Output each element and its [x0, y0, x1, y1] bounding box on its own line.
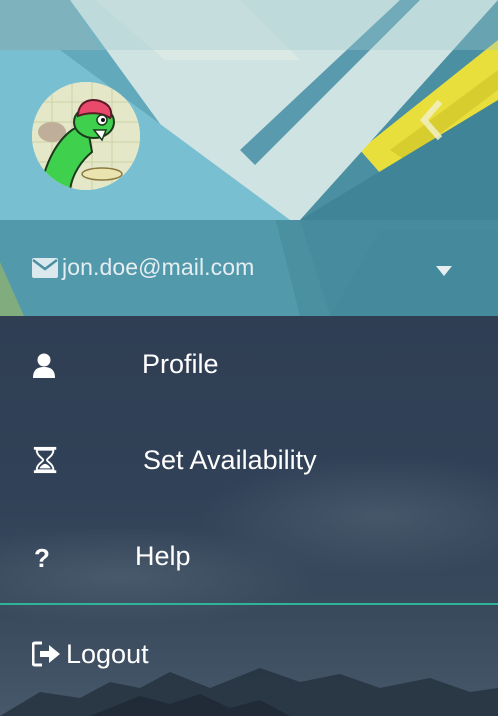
- user-icon: [33, 353, 55, 378]
- account-email: jon.doe@mail.com: [62, 254, 255, 280]
- hourglass-icon: [33, 446, 57, 474]
- navigation-drawer: jon.doe@mail.com Profile Set Availabilit…: [0, 0, 498, 716]
- envelope-icon: [32, 258, 58, 278]
- menu-item-set-availability[interactable]: Set Availability: [0, 412, 498, 508]
- menu-item-profile[interactable]: Profile: [0, 316, 498, 412]
- question-icon: ?: [34, 544, 50, 572]
- caret-down-icon[interactable]: [436, 266, 452, 276]
- sign-out-icon: [32, 641, 60, 667]
- account-selector[interactable]: jon.doe@mail.com: [0, 220, 498, 316]
- menu-item-label: Profile: [142, 349, 219, 379]
- chevron-left-icon[interactable]: [416, 100, 446, 140]
- svg-text:?: ?: [34, 544, 50, 572]
- menu-item-logout[interactable]: Logout: [0, 605, 498, 701]
- menu-item-label: Set Availability: [143, 445, 317, 475]
- menu-item-label: Help: [135, 541, 191, 571]
- drawer-header: jon.doe@mail.com: [0, 0, 498, 316]
- avatar[interactable]: [32, 82, 140, 190]
- menu-item-help[interactable]: ? Help: [0, 508, 498, 604]
- menu-item-label: Logout: [66, 639, 149, 669]
- drawer-menu: Profile Set Availability ? Help Logout: [0, 316, 498, 716]
- avatar-image: [32, 82, 140, 190]
